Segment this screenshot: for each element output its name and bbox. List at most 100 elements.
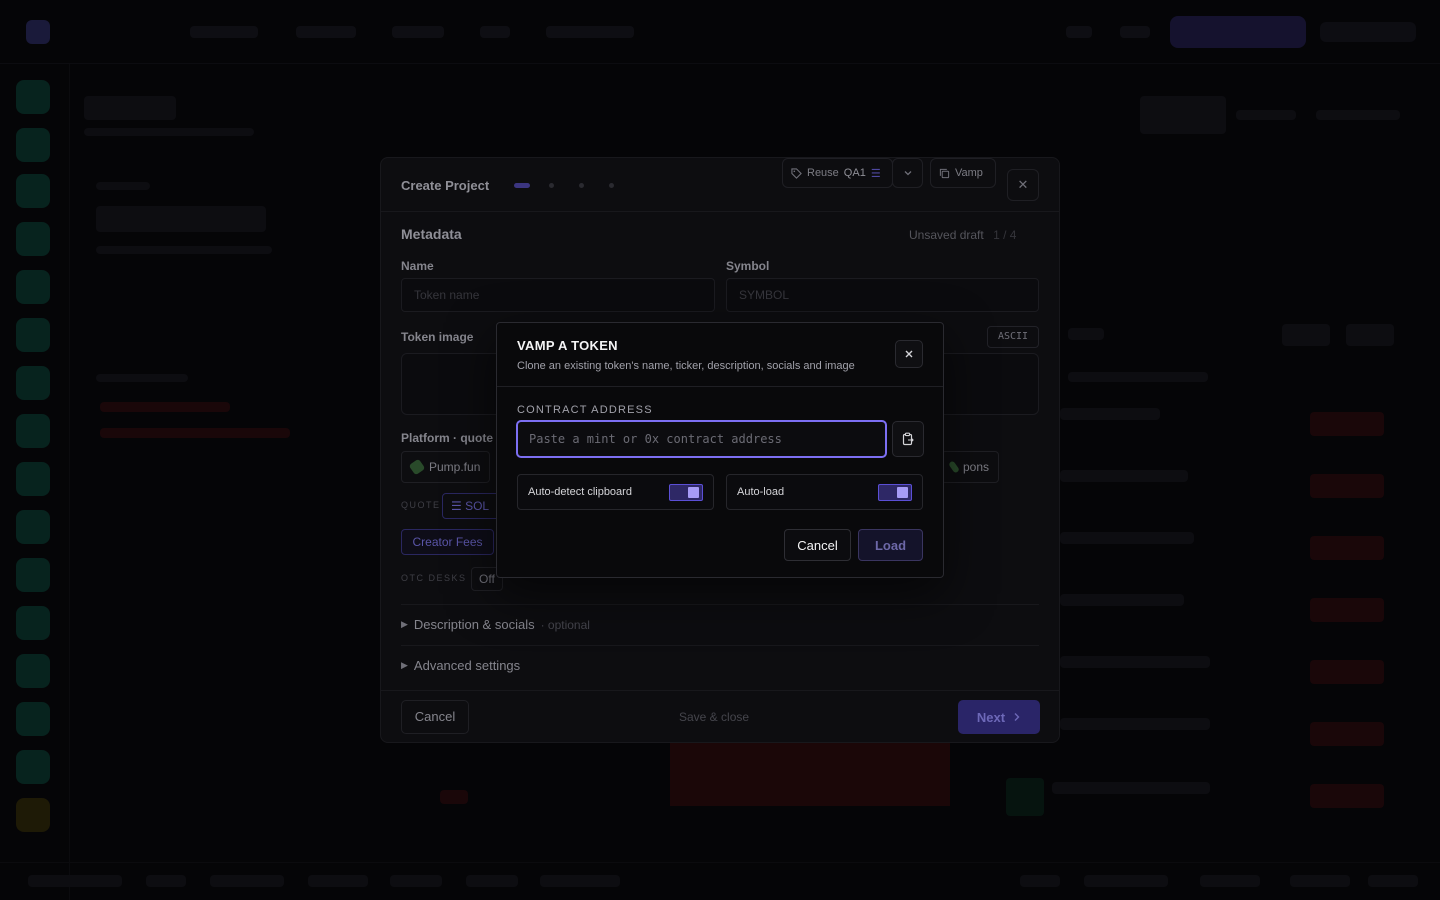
- token-image-label: Token image: [401, 330, 474, 344]
- vamp-button[interactable]: Vamp: [930, 158, 996, 188]
- next-label: Next: [976, 709, 1006, 725]
- modal-footer: Cancel Save & close Next: [381, 690, 1059, 744]
- sidebar-item: [16, 558, 50, 592]
- sidebar-item: [16, 510, 50, 544]
- stat-label-placeholder: [96, 182, 150, 190]
- loss-value-placeholder: [100, 402, 230, 412]
- dialog-subtitle: Clone an existing token's name, ticker, …: [517, 360, 855, 372]
- section-title: Metadata: [401, 226, 462, 242]
- nav-item: [1120, 26, 1150, 38]
- bottom-status-bar: [0, 862, 1440, 900]
- vamp-token-dialog: VAMP A TOKEN Clone an existing token's n…: [496, 322, 944, 578]
- sidebar-item: [16, 798, 50, 832]
- status-item: [1290, 875, 1350, 887]
- row-action-placeholder: [1310, 722, 1384, 746]
- chevron-right-icon: [1014, 713, 1020, 721]
- row-action-placeholder: [1310, 536, 1384, 560]
- chevron-down-icon: [904, 171, 911, 176]
- ascii-toggle[interactable]: ASCII: [987, 326, 1039, 348]
- nav-item: [296, 26, 356, 38]
- dialog-title: VAMP A TOKEN: [517, 338, 618, 353]
- close-icon: ✕: [1017, 177, 1029, 192]
- sidebar-item: [16, 270, 50, 304]
- list-row-placeholder: [1060, 656, 1210, 668]
- list-subheader-placeholder: [1068, 372, 1208, 382]
- reuse-dropdown-button[interactable]: [892, 158, 923, 188]
- save-close-button[interactable]: Save & close: [679, 710, 749, 724]
- draft-status: Unsaved draft 1 / 4: [909, 228, 1016, 242]
- list-row-placeholder: [1060, 408, 1160, 420]
- cancel-button[interactable]: Cancel: [784, 529, 851, 561]
- reuse-button[interactable]: Reuse QA1 ☰: [782, 158, 893, 188]
- creator-fees-chip[interactable]: Creator Fees: [401, 529, 494, 555]
- platform-label-text: Pump.fun: [429, 460, 481, 474]
- sidebar-item: [16, 366, 50, 400]
- sidebar-item: [16, 750, 50, 784]
- section-label: Description & socials: [413, 617, 535, 632]
- top-navbar: [0, 0, 1440, 64]
- contract-address-label: CONTRACT ADDRESS: [517, 404, 653, 416]
- platform-pumpfun-chip[interactable]: Pump.fun: [401, 451, 491, 483]
- pill-icon: [948, 460, 960, 474]
- triangle-right-icon: ▶: [401, 660, 408, 670]
- load-button[interactable]: Load: [858, 529, 923, 561]
- sidebar: [0, 64, 70, 900]
- status-item: [1368, 875, 1418, 887]
- list-row-placeholder: [1052, 782, 1210, 794]
- auto-detect-clipboard-setting: Auto-detect clipboard: [517, 474, 714, 510]
- step-indicator: [549, 183, 554, 188]
- status-item: [1200, 875, 1260, 887]
- advanced-settings-section[interactable]: ▶ Advanced settings: [401, 645, 1039, 685]
- triangle-right-icon: ▶: [401, 619, 408, 629]
- description-socials-section[interactable]: ▶ Description & socials · optional: [401, 604, 1039, 644]
- auto-detect-toggle[interactable]: [669, 484, 703, 501]
- next-button[interactable]: Next: [958, 700, 1040, 734]
- symbol-label: Symbol: [726, 259, 770, 273]
- chart-bar-placeholder: [440, 790, 468, 804]
- paste-clipboard-button[interactable]: [892, 421, 924, 457]
- platform-pons-chip[interactable]: pons: [941, 451, 999, 483]
- otc-desks-label: OTC DESKS: [401, 573, 467, 583]
- quote-label: QUOTE: [401, 500, 441, 510]
- contract-address-input[interactable]: [516, 420, 887, 458]
- nav-item: [480, 26, 510, 38]
- auto-load-toggle[interactable]: [878, 484, 912, 501]
- quote-value: SOL: [465, 499, 490, 513]
- page-subtitle-placeholder: [84, 128, 254, 136]
- status-item: [540, 875, 620, 887]
- section-label: Advanced settings: [413, 658, 521, 673]
- app-logo-icon: [26, 20, 50, 44]
- reuse-label: Reuse: [807, 167, 839, 179]
- sidebar-item: [16, 174, 50, 208]
- copy-icon: [939, 168, 950, 178]
- sidebar-item: [16, 80, 50, 114]
- sidebar-item: [16, 318, 50, 352]
- name-input[interactable]: Token name: [401, 278, 715, 312]
- row-action-placeholder: [1310, 784, 1384, 808]
- top-cta-button: [1170, 16, 1306, 48]
- tab-placeholder: [1140, 96, 1226, 134]
- toggle-knob: [688, 487, 699, 498]
- status-item: [210, 875, 284, 887]
- list-row-placeholder: [1060, 532, 1194, 544]
- sidebar-item: [16, 606, 50, 640]
- list-icon: ☰: [870, 167, 881, 180]
- cancel-button[interactable]: Cancel: [401, 700, 469, 734]
- filter-placeholder: [1282, 324, 1330, 346]
- list-row-placeholder: [1060, 594, 1184, 606]
- pill-icon: [408, 458, 426, 476]
- vamp-label: Vamp: [955, 167, 983, 179]
- auto-load-setting: Auto-load: [726, 474, 923, 510]
- step-indicator: [609, 183, 614, 188]
- modal-close-button[interactable]: ✕: [1007, 169, 1039, 201]
- tab-placeholder: [1316, 110, 1400, 120]
- sidebar-item: [16, 222, 50, 256]
- row-avatar-placeholder: [1006, 778, 1044, 816]
- dialog-close-button[interactable]: [895, 340, 923, 368]
- status-item: [466, 875, 518, 887]
- sidebar-item: [16, 654, 50, 688]
- symbol-input[interactable]: SYMBOL: [726, 278, 1039, 312]
- row-action-placeholder: [1310, 474, 1384, 498]
- status-item: [1020, 875, 1060, 887]
- tag-icon: [791, 167, 802, 179]
